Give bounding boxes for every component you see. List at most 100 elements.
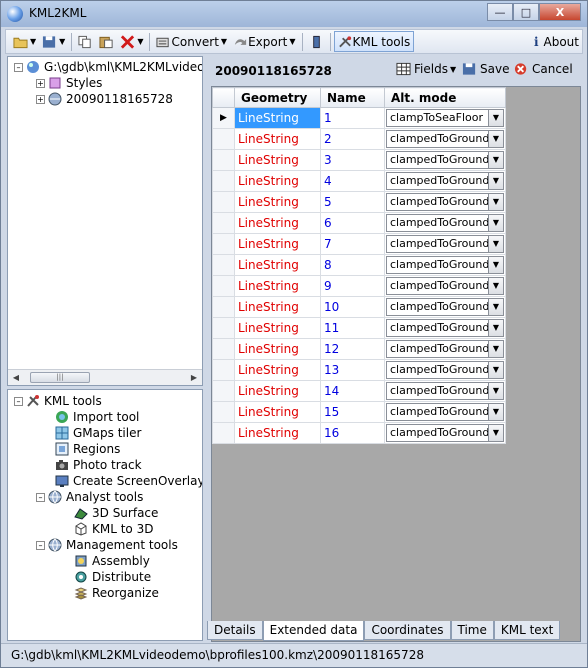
geometry-cell[interactable]: LineString (234, 317, 321, 339)
dropdown-arrow-icon[interactable]: ▼ (488, 383, 503, 399)
row-selector[interactable]: ▶ (212, 107, 235, 129)
dropdown-arrow-icon[interactable]: ▼ (488, 425, 503, 441)
dropdown-arrow-icon[interactable]: ▼ (488, 320, 503, 336)
row-selector[interactable] (212, 317, 235, 339)
kml-tools-button[interactable]: KML tools (333, 31, 415, 52)
table-row[interactable]: LineString 11 clampedToGround ▼ (212, 317, 506, 339)
name-cell[interactable]: 12 (320, 338, 385, 360)
alt-mode-select[interactable]: clampedToGround ▼ (386, 277, 504, 295)
convert-button[interactable]: Convert ▼ (153, 31, 230, 52)
name-cell[interactable]: 9 (320, 275, 385, 297)
geometry-cell[interactable]: LineString (234, 149, 321, 171)
dropdown-arrow-icon[interactable]: ▼ (488, 131, 503, 147)
geometry-cell[interactable]: LineString (234, 422, 321, 444)
delete-button[interactable]: ▼ (117, 31, 146, 52)
alt-mode-select[interactable]: clampedToGround ▼ (386, 256, 504, 274)
cancel-button[interactable]: Cancel (514, 62, 573, 76)
dropdown-arrow-icon[interactable]: ▼ (488, 278, 503, 294)
tool-item[interactable]: Assembly (74, 553, 150, 569)
tool-item[interactable]: Create ScreenOverlay (55, 473, 202, 489)
row-selector[interactable] (212, 359, 235, 381)
table-row[interactable]: LineString 12 clampedToGround ▼ (212, 338, 506, 360)
geometry-cell[interactable]: LineString (234, 233, 321, 255)
expand-icon[interactable]: + (36, 94, 45, 104)
dropdown-arrow-icon[interactable]: ▼ (488, 299, 503, 315)
alt-mode-select[interactable]: clampedToGround ▼ (386, 424, 504, 442)
paste-button[interactable] (96, 31, 117, 52)
name-cell[interactable]: 3 (320, 149, 385, 171)
name-cell[interactable]: 2 (320, 128, 385, 150)
alt-mode-select[interactable]: clampedToGround ▼ (386, 235, 504, 253)
row-selector[interactable] (212, 212, 235, 234)
alt-mode-select[interactable]: clampedToGround ▼ (386, 403, 504, 421)
tool-item[interactable]: KML to 3D (74, 521, 153, 537)
collapse-icon[interactable]: – (14, 62, 23, 72)
tools-node-management[interactable]: – Management tools (36, 537, 178, 553)
table-row[interactable]: LineString 5 clampedToGround ▼ (212, 191, 506, 213)
dropdown-arrow-icon[interactable]: ▼ (488, 341, 503, 357)
scroll-left-icon[interactable]: ◀ (8, 370, 24, 385)
geometry-cell[interactable]: LineString (234, 191, 321, 213)
tool-item[interactable]: Regions (55, 441, 120, 457)
table-row[interactable]: LineString 4 clampedToGround ▼ (212, 170, 506, 192)
alt-mode-select[interactable]: clampedToGround ▼ (386, 130, 504, 148)
tools-node-root[interactable]: – KML tools (14, 393, 102, 409)
dropdown-arrow-icon[interactable]: ▼ (488, 110, 503, 126)
dropdown-arrow-icon[interactable]: ▼ (488, 173, 503, 189)
name-cell[interactable]: 7 (320, 233, 385, 255)
row-selector[interactable] (212, 149, 235, 171)
name-cell[interactable]: 16 (320, 422, 385, 444)
dropdown-arrow-icon[interactable]: ▼ (488, 215, 503, 231)
name-cell[interactable]: 8 (320, 254, 385, 276)
tool-item[interactable]: Distribute (74, 569, 151, 585)
row-selector[interactable] (212, 128, 235, 150)
name-cell[interactable]: 1 (320, 107, 385, 129)
geometry-cell[interactable]: LineString (234, 254, 321, 276)
geometry-cell[interactable]: LineString (234, 170, 321, 192)
row-selector[interactable] (212, 401, 235, 423)
name-cell[interactable]: 5 (320, 191, 385, 213)
table-row[interactable]: LineString 8 clampedToGround ▼ (212, 254, 506, 276)
scroll-right-icon[interactable]: ▶ (186, 370, 202, 385)
close-button[interactable]: X (539, 3, 581, 21)
tab-time[interactable]: Time (450, 621, 494, 640)
alt-mode-select[interactable]: clampedToGround ▼ (386, 172, 504, 190)
alt-mode-select[interactable]: clampToSeaFloor ▼ (386, 109, 504, 127)
table-row[interactable]: ▶ LineString 1 clampToSeaFloor ▼ (212, 107, 506, 129)
alt-mode-select[interactable]: clampedToGround ▼ (386, 193, 504, 211)
table-row[interactable]: LineString 2 clampedToGround ▼ (212, 128, 506, 150)
save-button[interactable]: Save (462, 62, 509, 76)
row-selector[interactable] (212, 191, 235, 213)
row-selector[interactable] (212, 338, 235, 360)
dropdown-arrow-icon[interactable]: ▼ (488, 236, 503, 252)
collapse-icon[interactable]: – (36, 540, 45, 550)
about-button[interactable]: i About (531, 31, 582, 52)
expand-icon[interactable]: + (36, 78, 45, 88)
maximize-button[interactable]: □ (513, 3, 539, 21)
save-file-button[interactable]: ▼ (39, 31, 68, 52)
tab-kml-text[interactable]: KML text (493, 621, 561, 640)
copy-button[interactable] (75, 31, 96, 52)
table-row[interactable]: LineString 15 clampedToGround ▼ (212, 401, 506, 423)
scroll-thumb[interactable]: ||| (30, 372, 90, 383)
fields-button[interactable]: Fields ▼ (396, 62, 456, 76)
tool-item[interactable]: Import tool (55, 409, 139, 425)
tab-coordinates[interactable]: Coordinates (364, 621, 451, 640)
geometry-cell[interactable]: LineString (234, 359, 321, 381)
alt-mode-select[interactable]: clampedToGround ▼ (386, 319, 504, 337)
name-cell[interactable]: 10 (320, 296, 385, 318)
tab-extended-data[interactable]: Extended data (262, 621, 365, 641)
geometry-cell[interactable]: LineString (234, 338, 321, 360)
tab-details[interactable]: Details (207, 621, 263, 640)
alt-mode-select[interactable]: clampedToGround ▼ (386, 214, 504, 232)
geometry-cell[interactable]: LineString (234, 380, 321, 402)
minimize-button[interactable]: — (487, 3, 513, 21)
geometry-cell[interactable]: LineString (234, 275, 321, 297)
row-selector[interactable] (212, 296, 235, 318)
alt-mode-select[interactable]: clampedToGround ▼ (386, 361, 504, 379)
horizontal-scrollbar[interactable]: ◀ ||| ▶ (8, 369, 202, 385)
tool-item[interactable]: Photo track (55, 457, 142, 473)
name-cell[interactable]: 6 (320, 212, 385, 234)
table-row[interactable]: LineString 14 clampedToGround ▼ (212, 380, 506, 402)
tool-item[interactable]: 3D Surface (74, 505, 158, 521)
